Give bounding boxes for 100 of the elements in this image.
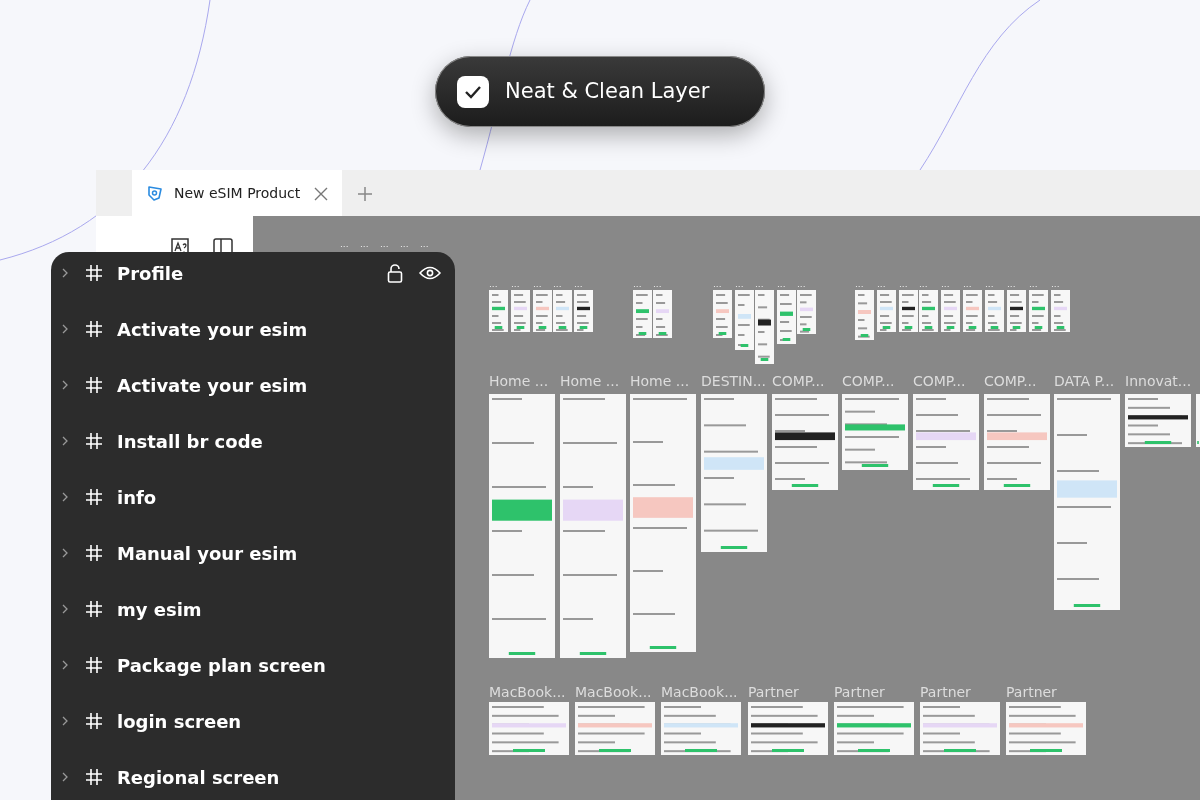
frame-thumbnail[interactable] bbox=[919, 290, 938, 332]
frame-icon bbox=[85, 320, 103, 338]
chevron-icon[interactable] bbox=[61, 548, 69, 558]
lock-icon[interactable] bbox=[387, 263, 403, 283]
frame-label: ... bbox=[963, 280, 972, 289]
layer-row[interactable]: Activate your esim bbox=[51, 357, 455, 413]
chevron-icon[interactable] bbox=[61, 772, 69, 782]
frame-thumbnail[interactable] bbox=[1054, 394, 1120, 610]
frame-label: ... bbox=[735, 280, 744, 289]
frame-thumbnail[interactable] bbox=[899, 290, 918, 332]
frame-thumbnail[interactable] bbox=[511, 290, 530, 332]
frame-thumbnail[interactable] bbox=[855, 290, 874, 340]
frame-thumbnail[interactable] bbox=[877, 290, 896, 332]
eye-icon[interactable] bbox=[419, 266, 441, 280]
chevron-icon[interactable] bbox=[61, 436, 69, 446]
frame-label: ... bbox=[713, 280, 722, 289]
frame-label: ... bbox=[755, 280, 764, 289]
frame-thumbnail[interactable] bbox=[630, 394, 696, 652]
frame-thumbnail[interactable] bbox=[963, 290, 982, 332]
frame-label: ... bbox=[1051, 280, 1060, 289]
frame-label: ... bbox=[985, 280, 994, 289]
frame-thumbnail[interactable] bbox=[1125, 394, 1191, 447]
frame-label: ... bbox=[1029, 280, 1038, 289]
frame-label: ... bbox=[360, 240, 369, 249]
frame-label: DATA P... bbox=[1054, 372, 1115, 391]
frame-label: COMP... bbox=[772, 372, 825, 391]
frame-label: ... bbox=[420, 240, 429, 249]
frame-label: ... bbox=[511, 280, 520, 289]
frame-label: Partner bbox=[748, 683, 799, 702]
layer-row[interactable]: login screen bbox=[51, 693, 455, 749]
chevron-icon[interactable] bbox=[61, 492, 69, 502]
frame-thumbnail[interactable] bbox=[755, 290, 774, 364]
frame-thumbnail[interactable] bbox=[834, 702, 914, 755]
frame-thumbnail[interactable] bbox=[1007, 290, 1026, 332]
chevron-icon[interactable] bbox=[61, 324, 69, 334]
frame-thumbnail[interactable] bbox=[633, 290, 652, 338]
frame-label: COMP... bbox=[984, 372, 1037, 391]
frame-thumbnail[interactable] bbox=[777, 290, 796, 344]
frame-label: Partner bbox=[1006, 683, 1057, 702]
frame-label: ... bbox=[340, 240, 349, 249]
frame-icon bbox=[85, 376, 103, 394]
frame-label: ... bbox=[553, 280, 562, 289]
frame-thumbnail[interactable] bbox=[941, 290, 960, 332]
file-tab[interactable]: New eSIM Product bbox=[132, 170, 342, 216]
frame-thumbnail[interactable] bbox=[575, 702, 655, 755]
frame-thumbnail[interactable] bbox=[713, 290, 732, 338]
layer-row[interactable]: my esim bbox=[51, 581, 455, 637]
frame-thumbnail[interactable] bbox=[984, 394, 1050, 490]
frame-icon bbox=[85, 656, 103, 674]
frame-thumbnail[interactable] bbox=[1029, 290, 1048, 332]
frame-thumbnail[interactable] bbox=[560, 394, 626, 658]
frame-thumbnail[interactable] bbox=[913, 394, 979, 490]
frame-label: ... bbox=[855, 280, 864, 289]
frame-thumbnail[interactable] bbox=[553, 290, 572, 332]
layer-row[interactable]: Manual your esim bbox=[51, 525, 455, 581]
frame-label: MacBook... bbox=[661, 683, 738, 702]
chevron-icon[interactable] bbox=[61, 268, 69, 278]
frame-thumbnail[interactable] bbox=[797, 290, 816, 334]
frame-thumbnail[interactable] bbox=[1006, 702, 1086, 755]
chevron-icon[interactable] bbox=[61, 380, 69, 390]
frame-label: ... bbox=[489, 280, 498, 289]
frame-thumbnail[interactable] bbox=[1051, 290, 1070, 332]
frame-thumbnail[interactable] bbox=[772, 394, 838, 490]
chevron-icon[interactable] bbox=[61, 604, 69, 614]
chevron-icon[interactable] bbox=[61, 660, 69, 670]
frame-label: ... bbox=[877, 280, 886, 289]
frame-thumbnail[interactable] bbox=[533, 290, 552, 332]
frame-label: ... bbox=[1007, 280, 1016, 289]
frame-label: ... bbox=[899, 280, 908, 289]
layer-row[interactable]: Regional screen bbox=[51, 749, 455, 800]
layer-row[interactable]: Activate your esim bbox=[51, 301, 455, 357]
frame-label: ... bbox=[633, 280, 642, 289]
frame-thumbnail[interactable] bbox=[489, 394, 555, 658]
layer-row[interactable]: Install br code bbox=[51, 413, 455, 469]
frame-thumbnail[interactable] bbox=[1196, 394, 1200, 447]
frame-thumbnail[interactable] bbox=[661, 702, 741, 755]
plus-icon[interactable] bbox=[358, 187, 372, 201]
close-icon[interactable] bbox=[314, 186, 328, 201]
frame-label: ... bbox=[919, 280, 928, 289]
frame-thumbnail[interactable] bbox=[748, 702, 828, 755]
frame-thumbnail[interactable] bbox=[701, 394, 767, 552]
frame-label: Home ... bbox=[630, 372, 690, 391]
frame-label: Partner bbox=[834, 683, 885, 702]
frame-thumbnail[interactable] bbox=[653, 290, 672, 338]
layer-row[interactable]: Package plan screen bbox=[51, 637, 455, 693]
layer-row[interactable]: info bbox=[51, 469, 455, 525]
frame-thumbnail[interactable] bbox=[489, 702, 569, 755]
frame-thumbnail[interactable] bbox=[920, 702, 1000, 755]
frame-label: ... bbox=[380, 240, 389, 249]
frame-label: ... bbox=[574, 280, 583, 289]
frame-thumbnail[interactable] bbox=[574, 290, 593, 332]
frame-thumbnail[interactable] bbox=[842, 394, 908, 470]
frame-thumbnail[interactable] bbox=[985, 290, 1004, 332]
badge-label: Neat & Clean Layer bbox=[505, 77, 710, 105]
frame-thumbnail[interactable] bbox=[735, 290, 754, 350]
frame-thumbnail[interactable] bbox=[489, 290, 508, 332]
frame-label: ... bbox=[777, 280, 786, 289]
layer-row[interactable]: Profile bbox=[51, 252, 455, 301]
chevron-icon[interactable] bbox=[61, 716, 69, 726]
frame-icon bbox=[85, 768, 103, 786]
